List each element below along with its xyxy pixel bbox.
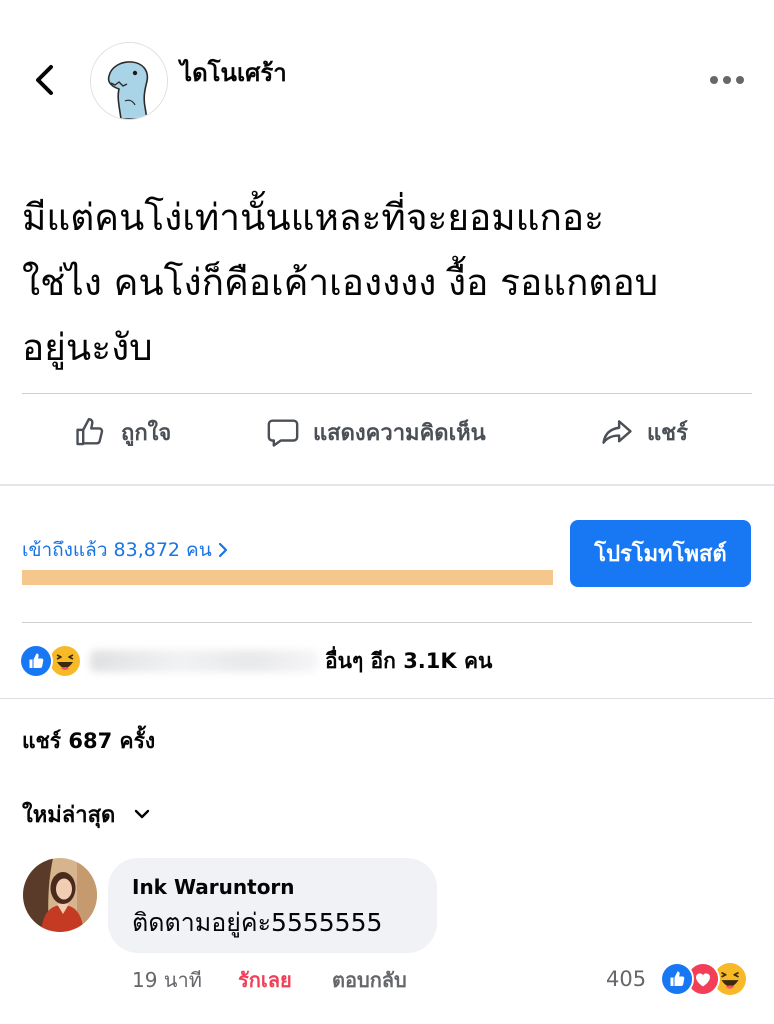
comment-button[interactable]: แสดงความคิดเห็น [266, 414, 486, 450]
divider [22, 393, 752, 394]
post-text-line: มีแต่คนโง่เท่านั้นแหละที่จะยอมแกอะ [22, 196, 605, 239]
chevron-down-icon [135, 809, 150, 819]
love-reaction-icon [688, 964, 718, 994]
share-button[interactable]: แชร์ [600, 414, 688, 450]
share-label: แชร์ [647, 420, 688, 446]
promote-post-button[interactable]: โปรโมทโพสต์ [570, 520, 751, 587]
section-divider [0, 484, 774, 486]
post-text-line: ใช่ไง คนโง่ก็คือเค้าเองงงง งื้อ รอแกตอบ [22, 261, 659, 304]
sort-label: ใหม่ล่าสุด [22, 802, 116, 828]
like-reaction-icon [21, 646, 51, 676]
more-dot [710, 76, 718, 84]
like-button[interactable]: ถูกใจ [74, 414, 171, 450]
comment-sort-dropdown[interactable]: ใหม่ล่าสุด [22, 799, 151, 829]
more-dot [736, 76, 744, 84]
reaction-summary-text[interactable]: อื่นๆ อีก 3.1K คน [325, 647, 492, 675]
page-name[interactable]: ไดโนเศร้า [180, 57, 287, 89]
thumbs-up-icon [76, 418, 104, 446]
avatar [23, 858, 97, 932]
chevron-left-icon [36, 65, 53, 95]
reach-progress-bar [22, 570, 553, 585]
post-detail-screen: ไดโนเศร้า มีแต่คนโง่เท่านั้นแหละที่จะยอม… [0, 0, 774, 1024]
comment-timestamp[interactable]: 19 นาที [132, 966, 202, 994]
blurred-reactor-names [90, 650, 318, 672]
shares-count[interactable]: แชร์ 687 ครั้ง [22, 727, 155, 755]
post-text: มีแต่คนโง่เท่านั้นแหละที่จะยอมแกอะ ใช่ไง… [22, 185, 762, 380]
like-label: ถูกใจ [121, 420, 172, 446]
dinosaur-avatar-icon [91, 43, 167, 119]
more-options-button[interactable] [710, 74, 748, 86]
reach-text: เข้าถึงแล้ว 83,872 คน [22, 539, 212, 561]
comment-reaction-count[interactable]: 405 [606, 965, 646, 993]
haha-reaction-icon [714, 963, 746, 995]
comment-author-avatar[interactable] [23, 858, 97, 932]
comment-reply-button[interactable]: ตอบกลับ [332, 966, 407, 994]
haha-reaction-icon [50, 646, 80, 676]
page-avatar[interactable] [90, 42, 168, 120]
comment-label: แสดงความคิดเห็น [313, 420, 486, 446]
comment-text: ติดตามอยู่ค่ะ5555555 [132, 908, 383, 937]
chevron-right-icon [218, 542, 227, 558]
reach-progress-fill [22, 570, 553, 585]
share-arrow-icon [602, 420, 632, 444]
comment-author-name[interactable]: Ink Waruntorn [132, 873, 295, 901]
post-text-line: อยู่นะงับ [22, 326, 153, 369]
more-dot [723, 76, 731, 84]
comment-icon [267, 419, 299, 447]
like-reaction-icon [662, 964, 692, 994]
reach-link[interactable]: เข้าถึงแล้ว 83,872 คน [22, 538, 228, 562]
back-button[interactable] [33, 64, 55, 96]
comment-react-button[interactable]: รักเลย [238, 966, 292, 994]
section-divider [0, 698, 774, 699]
divider [22, 622, 752, 623]
